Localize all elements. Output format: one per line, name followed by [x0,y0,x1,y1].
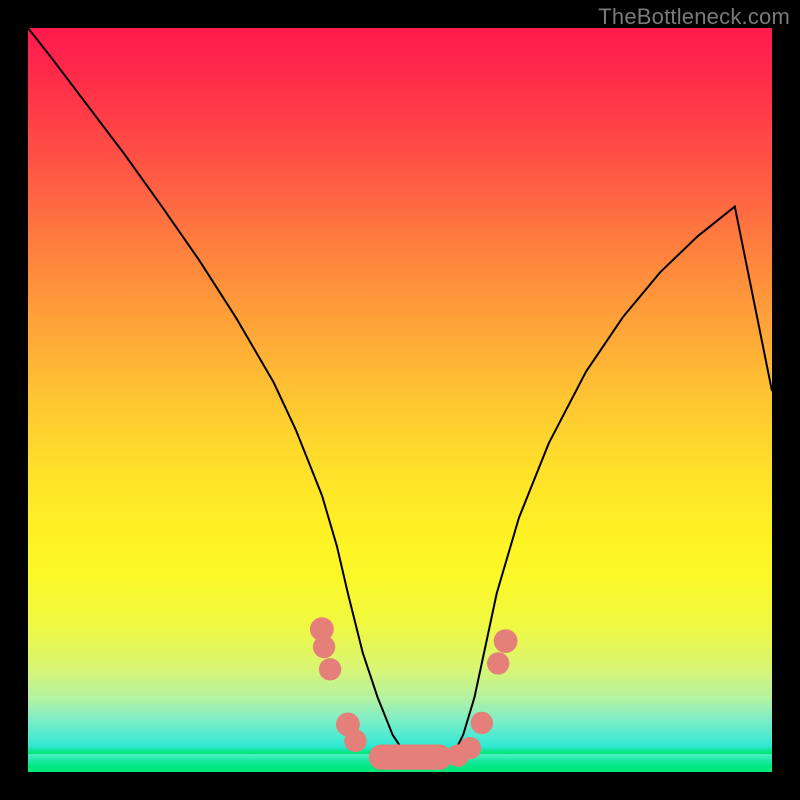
marker-dot [319,658,341,680]
watermark-label: TheBottleneck.com [598,4,790,30]
marker-dot [471,712,493,734]
chart-frame: TheBottleneck.com [0,0,800,800]
marker-dot [313,636,335,658]
marker-pill [369,745,452,770]
marker-dot [344,730,366,752]
marker-dot [494,629,518,653]
bottleneck-curve [28,28,772,765]
marker-dot [459,737,481,759]
marker-dot [487,652,509,674]
plot-area [28,28,772,772]
curve-svg [28,28,772,772]
